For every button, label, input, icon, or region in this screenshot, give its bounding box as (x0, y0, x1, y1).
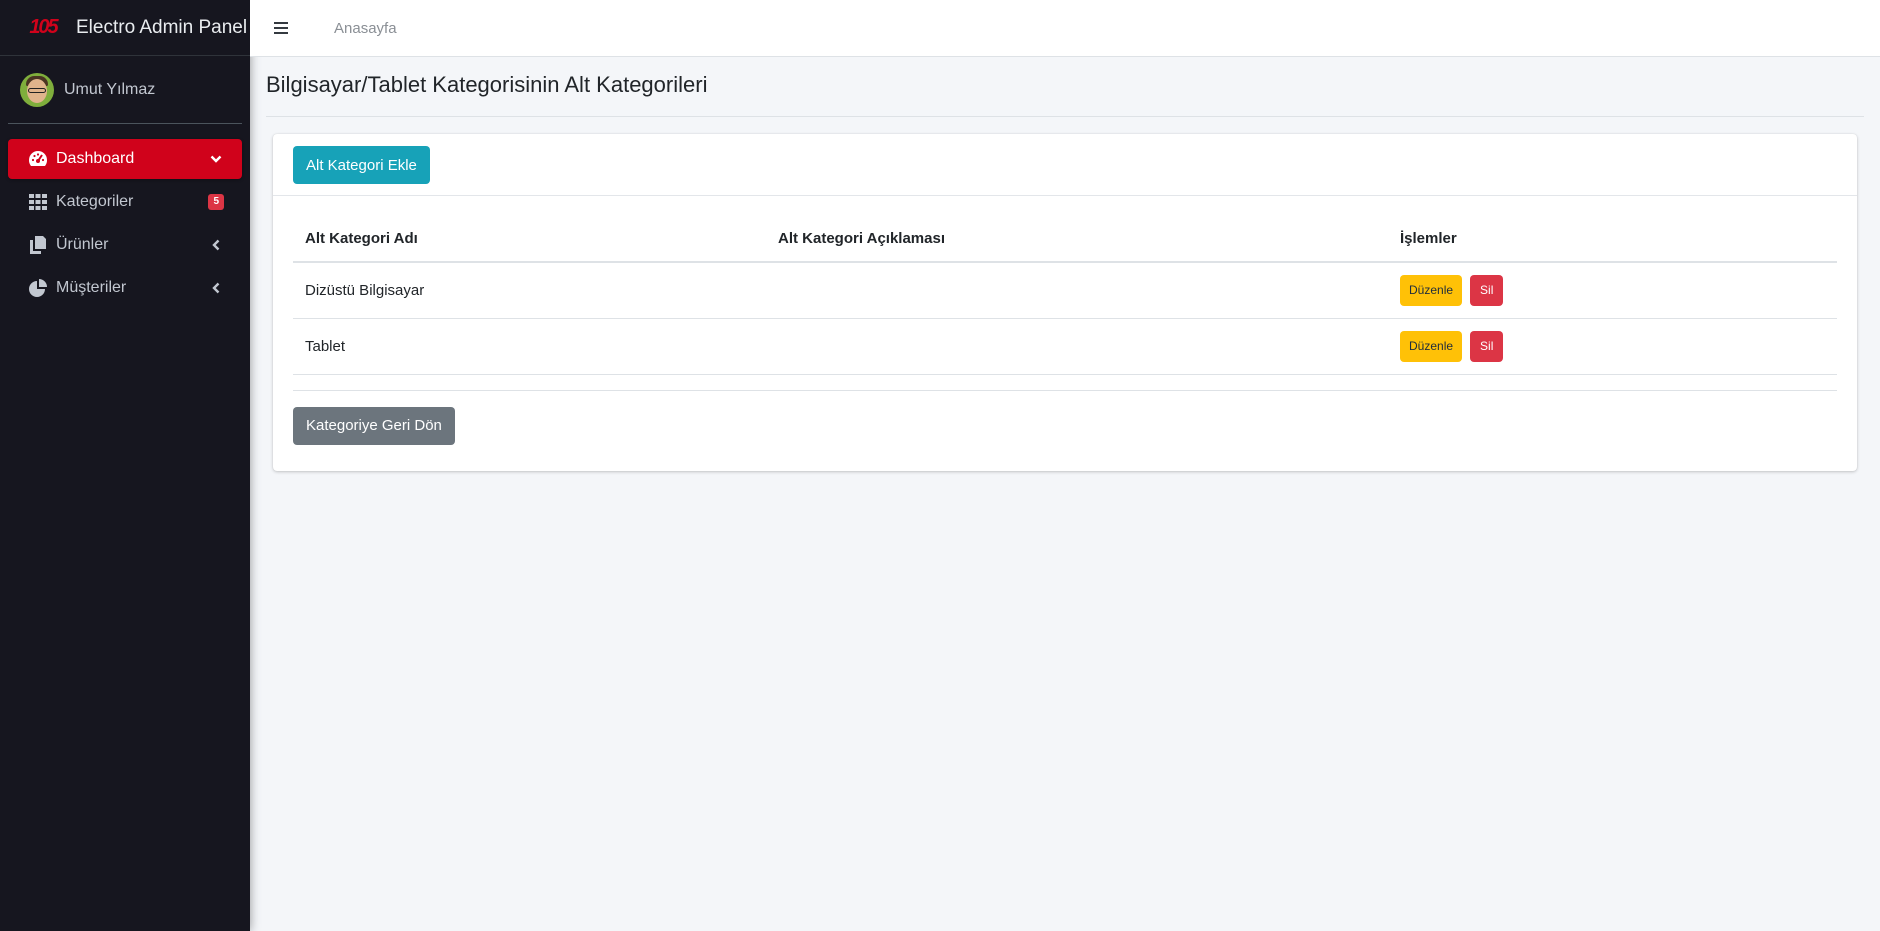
row-actions: Düzenle Sil (1388, 262, 1837, 319)
user-name[interactable]: Umut Yılmaz (64, 81, 155, 99)
sidebar-item-kategoriler[interactable]: Kategoriler 5 (8, 182, 242, 222)
column-header-actions: İşlemler (1388, 216, 1837, 263)
chevron-left-icon (208, 237, 224, 253)
content-header: Bilgisayar/Tablet Kategorisinin Alt Kate… (266, 57, 1864, 117)
row-actions: Düzenle Sil (1388, 318, 1837, 375)
column-header-description: Alt Kategori Açıklaması (766, 216, 1388, 263)
sidebar-nav: Dashboard Kategoriler 5 Ürünler Müşteril… (0, 124, 250, 308)
chevron-down-icon (208, 151, 224, 167)
table-row: Tablet Düzenle Sil (293, 318, 1837, 375)
brand-title: Electro Admin Panel (76, 16, 248, 38)
add-subcategory-button[interactable]: Alt Kategori Ekle (293, 146, 430, 184)
chevron-left-icon (208, 280, 224, 296)
sidebar-item-musteriler[interactable]: Müşteriler (8, 268, 242, 308)
th-icon (28, 192, 48, 212)
user-panel: Umut Yılmaz (8, 56, 242, 124)
subcategory-name: Dizüstü Bilgisayar (293, 262, 766, 319)
sidebar-item-label: Ürünler (56, 236, 109, 253)
chart-pie-icon (28, 278, 48, 298)
page-title: Bilgisayar/Tablet Kategorisinin Alt Kate… (266, 72, 708, 97)
sidebar-item-urunler[interactable]: Ürünler (8, 225, 242, 265)
brand-link[interactable]: 105 Electro Admin Panel (0, 0, 250, 56)
count-badge: 5 (208, 194, 224, 210)
table-row: Dizüstü Bilgisayar Düzenle Sil (293, 262, 1837, 319)
back-to-category-button[interactable]: Kategoriye Geri Dön (293, 406, 455, 445)
card-header: Alt Kategori Ekle (273, 134, 1857, 196)
edit-button[interactable]: Düzenle (1400, 274, 1463, 306)
table-header-row: Alt Kategori Adı Alt Kategori Açıklaması… (293, 216, 1837, 263)
delete-button[interactable]: Sil (1470, 330, 1504, 362)
top-navbar: Anasayfa (250, 0, 1880, 57)
avatar[interactable] (20, 72, 54, 107)
main-sidebar: 105 Electro Admin Panel Umut Yılmaz Dash… (0, 0, 250, 931)
bars-icon[interactable] (264, 13, 298, 43)
edit-button[interactable]: Düzenle (1400, 330, 1463, 362)
sidebar-item-label: Dashboard (56, 150, 135, 167)
subcategory-table: Alt Kategori Adı Alt Kategori Açıklaması… (293, 216, 1837, 391)
sidebar-item-label: Kategoriler (56, 193, 134, 210)
delete-button[interactable]: Sil (1470, 274, 1504, 306)
table-spacer-row (293, 374, 1837, 391)
card-body: Alt Kategori Adı Alt Kategori Açıklaması… (273, 196, 1857, 465)
home-link[interactable]: Anasayfa (334, 20, 397, 37)
subcategory-description (766, 262, 1388, 319)
copy-icon (28, 235, 48, 255)
subcategory-description (766, 318, 1388, 375)
subcategory-card: Alt Kategori Ekle Alt Kategori Adı Alt K… (273, 134, 1857, 471)
subcategory-name: Tablet (293, 318, 766, 375)
sidebar-item-label: Müşteriler (56, 279, 127, 296)
card-footer: Kategoriye Geri Dön (293, 391, 1837, 445)
column-header-name: Alt Kategori Adı (293, 216, 766, 263)
sidebar-item-dashboard[interactable]: Dashboard (8, 139, 242, 179)
brand-logo: 105 (29, 16, 58, 38)
tachometer-icon (28, 149, 48, 169)
content-wrapper: Bilgisayar/Tablet Kategorisinin Alt Kate… (250, 57, 1880, 471)
